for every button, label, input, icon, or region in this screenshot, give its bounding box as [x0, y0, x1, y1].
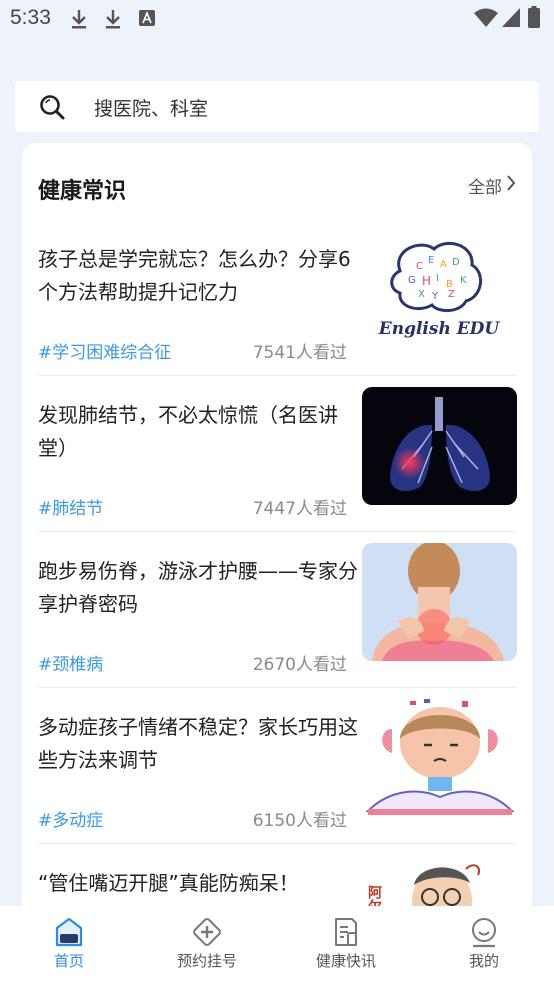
view-all-label: 全部 — [468, 177, 502, 198]
article-thumbnail — [362, 543, 517, 661]
article-title: “管住嘴迈开腿”真能防痴呆！ — [38, 871, 299, 895]
search-placeholder: 搜医院、科室 — [94, 98, 209, 120]
divider — [38, 843, 516, 844]
nav-profile[interactable]: 我的 — [429, 916, 539, 971]
download-icon — [70, 8, 88, 34]
svg-text:C: C — [416, 261, 423, 272]
chevron-right-icon — [502, 174, 516, 197]
battery-icon — [528, 6, 540, 32]
nav-label: 首页 — [53, 952, 84, 970]
article-tag[interactable]: #颈椎病 — [38, 650, 103, 675]
wifi-icon — [474, 8, 498, 32]
svg-text:I: I — [436, 273, 439, 284]
article-title: 发现肺结节，不必太惊慌（名医讲堂） — [38, 403, 338, 460]
nav-home[interactable]: 首页 — [14, 916, 124, 971]
svg-text:Y: Y — [431, 291, 439, 302]
article-views: 7541人看过 — [252, 343, 347, 363]
article-tag[interactable]: #肺结节 — [38, 494, 103, 519]
download-icon — [104, 8, 122, 34]
article-thumbnail — [362, 387, 517, 505]
article-views: 2670人看过 — [252, 655, 347, 675]
thumb-text: English EDU — [378, 319, 501, 339]
a-box-icon — [139, 10, 155, 30]
article-tag[interactable]: #多动症 — [38, 806, 103, 831]
svg-text:X: X — [418, 289, 425, 300]
search-icon — [39, 94, 65, 124]
view-all-link[interactable]: 全部 — [468, 173, 516, 198]
article-title: 跑步易伤脊，游泳才护腰——专家分享护脊密码 — [38, 559, 358, 616]
home-icon — [14, 916, 124, 948]
svg-text:H: H — [422, 274, 431, 288]
divider — [38, 687, 516, 688]
nav-news[interactable]: 健康快讯 — [291, 916, 401, 971]
profile-icon — [429, 916, 539, 948]
divider — [38, 375, 516, 376]
svg-text:G: G — [408, 275, 416, 286]
nav-label: 健康快讯 — [315, 952, 376, 970]
signal-icon — [502, 8, 520, 32]
article-views: 6150人看过 — [252, 811, 347, 831]
nav-label: 我的 — [468, 952, 499, 970]
status-time: 5:33 — [10, 6, 51, 29]
bottom-nav: 首页 预约挂号 健康快讯 我的 — [0, 906, 554, 984]
article-tag[interactable]: #学习困难综合征 — [38, 338, 171, 363]
appointment-icon — [152, 916, 262, 948]
svg-text:D: D — [452, 257, 460, 268]
nav-appointment[interactable]: 预约挂号 — [152, 916, 262, 971]
svg-text:A: A — [440, 259, 447, 270]
nav-label: 预约挂号 — [176, 952, 237, 970]
news-icon — [291, 916, 401, 948]
article-thumbnail — [362, 699, 517, 817]
article-title: 孩子总是学完就忘？怎么办？分享6个方法帮助提升记忆力 — [38, 247, 351, 304]
article-title: 多动症孩子情绪不稳定？家长巧用这些方法来调节 — [38, 715, 358, 772]
svg-text:Z: Z — [448, 289, 455, 300]
section-title: 健康常识 — [38, 179, 127, 204]
search-input[interactable]: 搜医院、科室 — [15, 81, 539, 132]
svg-text:E: E — [428, 255, 434, 266]
status-bar: 5:33 — [0, 0, 554, 40]
health-knowledge-card: 健康常识 全部 孩子总是学完就忘？怎么办？分享6个方法帮助提升记忆力 #学习困难… — [22, 143, 532, 943]
article-thumbnail: C E A D G H I B K X Y Z English EDU — [362, 231, 517, 349]
article-views: 7447人看过 — [252, 499, 347, 519]
svg-text:K: K — [460, 275, 467, 286]
divider — [38, 531, 516, 532]
